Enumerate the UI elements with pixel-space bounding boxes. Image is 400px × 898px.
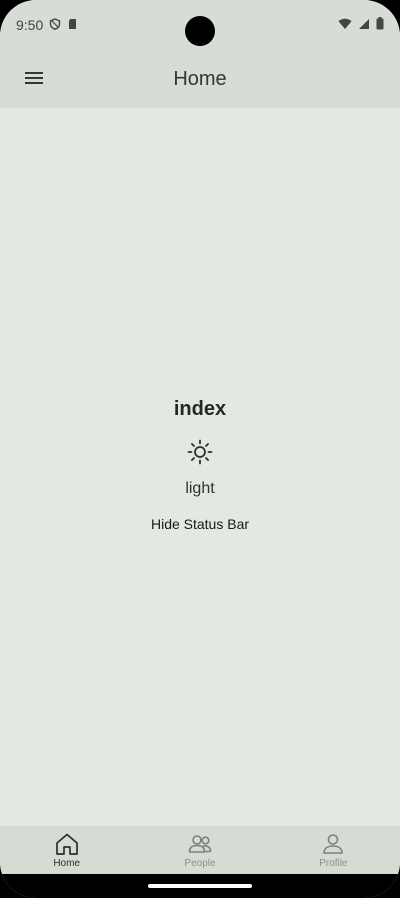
profile-icon xyxy=(320,832,346,856)
status-time: 9:50 xyxy=(16,17,44,33)
nav-item-people[interactable]: People xyxy=(133,826,266,874)
hide-status-bar-button[interactable]: Hide Status Bar xyxy=(151,516,249,532)
main-content: index light Hide Status Bar xyxy=(0,108,400,828)
signal-icon xyxy=(358,17,370,33)
theme-label: light xyxy=(185,480,215,497)
page-title: Home xyxy=(173,68,227,90)
bottom-nav: Home People Profile xyxy=(0,826,400,874)
people-icon xyxy=(187,832,213,856)
center-block: index light Hide Status Bar xyxy=(0,398,400,534)
phone-screen: 9:50 Home index light Hide Status Bar Ho… xyxy=(0,0,400,898)
camera-cutout xyxy=(185,16,215,46)
nav-label-profile: Profile xyxy=(319,858,348,869)
app-bar: Home xyxy=(0,52,400,108)
sd-card-icon xyxy=(67,17,79,33)
wifi-icon xyxy=(338,17,352,33)
index-title: index xyxy=(173,398,227,420)
status-bar: 9:50 xyxy=(0,0,400,52)
status-right xyxy=(338,17,384,33)
nav-label-home: Home xyxy=(53,858,80,869)
battery-icon xyxy=(376,17,384,33)
sun-icon[interactable] xyxy=(187,439,213,465)
nav-item-profile[interactable]: Profile xyxy=(267,826,400,874)
nav-item-home[interactable]: Home xyxy=(0,826,133,874)
nav-label-people: People xyxy=(184,858,216,869)
home-icon xyxy=(54,832,80,856)
gesture-navigation-area xyxy=(0,874,400,898)
status-left: 9:50 xyxy=(16,17,79,33)
gesture-handle[interactable] xyxy=(148,884,252,888)
shield-icon xyxy=(49,17,61,33)
